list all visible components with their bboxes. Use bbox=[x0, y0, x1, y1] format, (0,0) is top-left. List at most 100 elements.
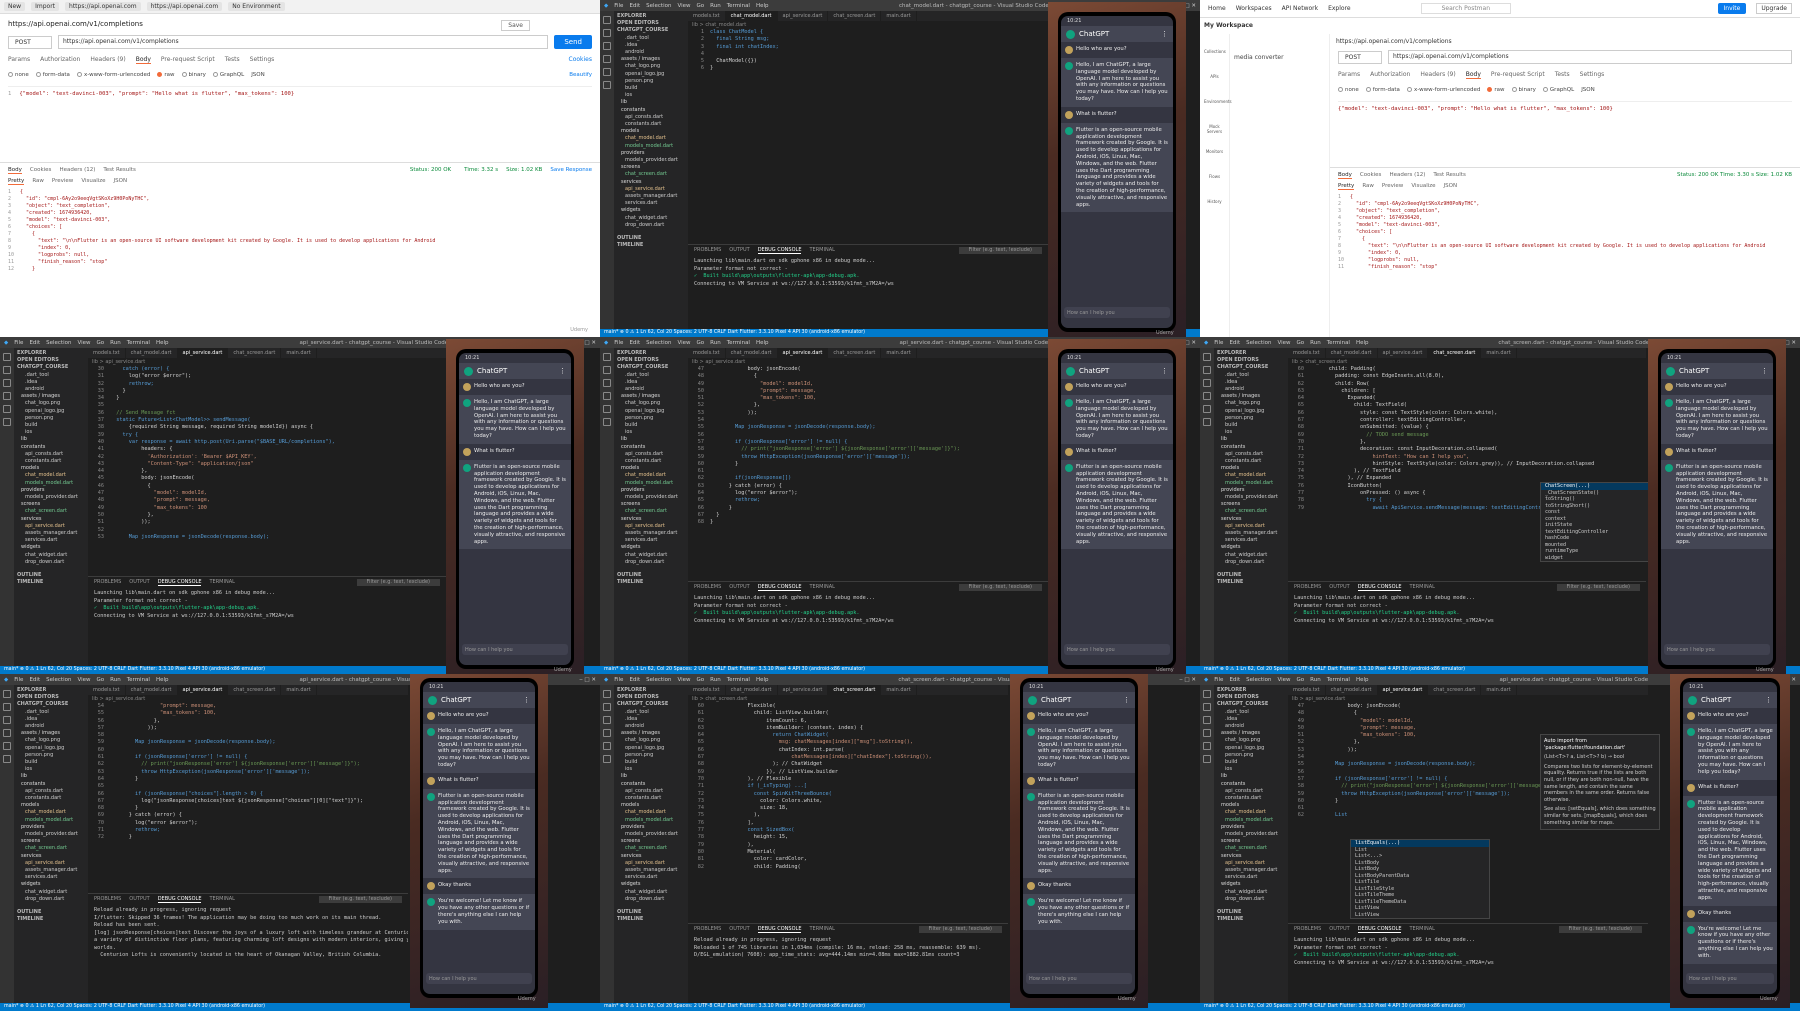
body-type-radio[interactable]: GraphQL bbox=[1542, 87, 1574, 93]
file-tree-item[interactable]: chat_screen.dart bbox=[17, 845, 85, 852]
file-tree-item[interactable]: person.png bbox=[17, 415, 85, 422]
timeline-section[interactable]: TIMELINE bbox=[617, 579, 685, 586]
request-tab[interactable]: Pre-request Script bbox=[161, 56, 215, 64]
file-tree-item[interactable]: chat_widget.dart bbox=[1217, 552, 1285, 559]
menu-item[interactable]: Run bbox=[1310, 677, 1321, 683]
file-tree-item[interactable]: widgets bbox=[617, 881, 685, 888]
panel-tab[interactable]: PROBLEMS bbox=[1294, 584, 1321, 591]
suggestion-item[interactable]: ListView bbox=[1351, 912, 1489, 919]
file-tree-item[interactable]: build bbox=[617, 759, 685, 766]
menu-item[interactable]: File bbox=[1214, 677, 1223, 683]
menu-item[interactable]: Help bbox=[756, 677, 769, 683]
menu-item[interactable]: Go bbox=[697, 340, 705, 346]
panel-tab[interactable]: TERMINAL bbox=[809, 926, 834, 933]
file-tree-item[interactable]: constants.dart bbox=[617, 121, 685, 128]
more-options-icon[interactable]: ⋮ bbox=[1761, 367, 1768, 375]
file-tree-item[interactable]: api_service.dart bbox=[617, 523, 685, 530]
menu-item[interactable]: Help bbox=[1356, 340, 1369, 346]
file-tree-item[interactable]: constants.dart bbox=[1217, 458, 1285, 465]
menu-item[interactable]: View bbox=[77, 340, 90, 346]
file-tree-item[interactable]: screens bbox=[617, 164, 685, 171]
file-tree-item[interactable]: services bbox=[617, 179, 685, 186]
file-tree-item[interactable]: android bbox=[17, 386, 85, 393]
files-icon[interactable] bbox=[603, 16, 611, 24]
file-tree-item[interactable]: constants.dart bbox=[617, 795, 685, 802]
file-tree-item[interactable]: android bbox=[17, 723, 85, 730]
nav-item[interactable]: Workspaces bbox=[1236, 5, 1272, 12]
response-tab[interactable]: Headers (12) bbox=[59, 167, 95, 174]
menu-item[interactable]: Terminal bbox=[127, 340, 150, 346]
file-tree-item[interactable]: api_service.dart bbox=[617, 186, 685, 193]
menu-item[interactable]: View bbox=[677, 677, 690, 683]
panel-tab[interactable]: PROBLEMS bbox=[694, 584, 721, 591]
source-control-icon[interactable] bbox=[3, 716, 11, 724]
file-tree-item[interactable]: .idea bbox=[1217, 379, 1285, 386]
menu-item[interactable]: Selection bbox=[1246, 677, 1271, 683]
file-tree-item[interactable]: chat_widget.dart bbox=[1217, 889, 1285, 896]
file-tree-item[interactable]: chat_logo.png bbox=[617, 400, 685, 407]
source-control-icon[interactable] bbox=[1203, 716, 1211, 724]
method-select[interactable]: POST bbox=[8, 35, 52, 49]
file-tree-item[interactable]: api_consts.dart bbox=[17, 788, 85, 795]
file-tree-item[interactable]: screens bbox=[17, 501, 85, 508]
file-tree-item[interactable]: models_model.dart bbox=[1217, 480, 1285, 487]
editor-tab[interactable]: chat_model.dart bbox=[725, 11, 778, 21]
editor-tab[interactable]: chat_model.dart bbox=[126, 348, 178, 358]
file-tree-item[interactable]: assets / images bbox=[1217, 730, 1285, 737]
response-tab[interactable]: Body bbox=[1338, 172, 1352, 179]
file-tree-item[interactable]: api_consts.dart bbox=[617, 788, 685, 795]
menu-item[interactable]: File bbox=[614, 677, 623, 683]
file-tree-item[interactable]: providers bbox=[17, 487, 85, 494]
file-tree-item[interactable]: assets / images bbox=[617, 393, 685, 400]
request-tab[interactable]: Settings bbox=[250, 56, 275, 64]
upgrade-button[interactable]: Upgrade bbox=[1756, 3, 1792, 14]
menu-item[interactable]: Terminal bbox=[127, 677, 150, 683]
file-tree-item[interactable]: services.dart bbox=[617, 200, 685, 207]
file-tree-item[interactable]: assets_manager.dart bbox=[617, 867, 685, 874]
view-tab[interactable]: Raw bbox=[1362, 183, 1374, 190]
chat-input[interactable]: How can I help you bbox=[462, 644, 568, 655]
chat-input[interactable]: How can I help you bbox=[1064, 307, 1170, 318]
body-type-radio[interactable]: form-data bbox=[35, 72, 70, 78]
file-tree-item[interactable]: services bbox=[1217, 853, 1285, 860]
view-tab[interactable]: JSON bbox=[1444, 183, 1458, 190]
view-tab[interactable]: Pretty bbox=[1338, 183, 1355, 190]
editor-tab[interactable]: chat_screen.dart bbox=[1428, 348, 1482, 358]
file-tree-item[interactable]: chat_widget.dart bbox=[617, 889, 685, 896]
file-tree-item[interactable]: chat_model.dart bbox=[617, 809, 685, 816]
files-icon[interactable] bbox=[1203, 690, 1211, 698]
testing-icon[interactable] bbox=[603, 418, 611, 426]
search-icon[interactable] bbox=[603, 703, 611, 711]
file-tree-item[interactable]: ios bbox=[1217, 766, 1285, 773]
project-root[interactable]: CHATGPT_COURSE bbox=[17, 701, 85, 708]
file-tree-item[interactable]: openai_logo.jpg bbox=[1217, 745, 1285, 752]
open-editors-section[interactable]: OPEN EDITORS bbox=[1217, 694, 1285, 701]
file-tree-item[interactable]: assets / images bbox=[617, 730, 685, 737]
file-tree-item[interactable]: chat_model.dart bbox=[1217, 472, 1285, 479]
search-icon[interactable] bbox=[1203, 366, 1211, 374]
outline-section[interactable]: OUTLINE bbox=[617, 909, 685, 916]
more-options-icon[interactable]: ⋮ bbox=[1765, 696, 1772, 704]
panel-tab[interactable]: PROBLEMS bbox=[1294, 926, 1321, 933]
panel-tab[interactable]: TERMINAL bbox=[1409, 584, 1434, 591]
panel-tab[interactable]: TERMINAL bbox=[209, 579, 234, 586]
panel-tab[interactable]: OUTPUT bbox=[129, 896, 149, 903]
response-tab[interactable]: Test Results bbox=[103, 167, 135, 174]
panel-tab[interactable]: TERMINAL bbox=[809, 247, 834, 254]
file-tree-item[interactable]: build bbox=[617, 85, 685, 92]
menu-item[interactable]: File bbox=[614, 3, 623, 9]
editor-tab[interactable]: models.txt bbox=[1288, 685, 1326, 695]
editor-tab[interactable]: main.dart bbox=[1481, 685, 1517, 695]
view-tab[interactable]: Visualize bbox=[81, 178, 105, 185]
editor-tab[interactable]: chat_model.dart bbox=[126, 685, 178, 695]
file-tree-item[interactable]: widgets bbox=[1217, 881, 1285, 888]
file-tree-item[interactable]: screens bbox=[1217, 501, 1285, 508]
menu-item[interactable]: Selection bbox=[646, 340, 671, 346]
file-tree-item[interactable]: openai_logo.jpg bbox=[617, 408, 685, 415]
file-tree-item[interactable]: chat_model.dart bbox=[617, 135, 685, 142]
menu-item[interactable]: Run bbox=[110, 677, 121, 683]
file-tree-item[interactable]: assets / images bbox=[1217, 393, 1285, 400]
menu-item[interactable]: View bbox=[677, 340, 690, 346]
menu-item[interactable]: Selection bbox=[646, 3, 671, 9]
editor-tab[interactable]: models.txt bbox=[88, 685, 126, 695]
